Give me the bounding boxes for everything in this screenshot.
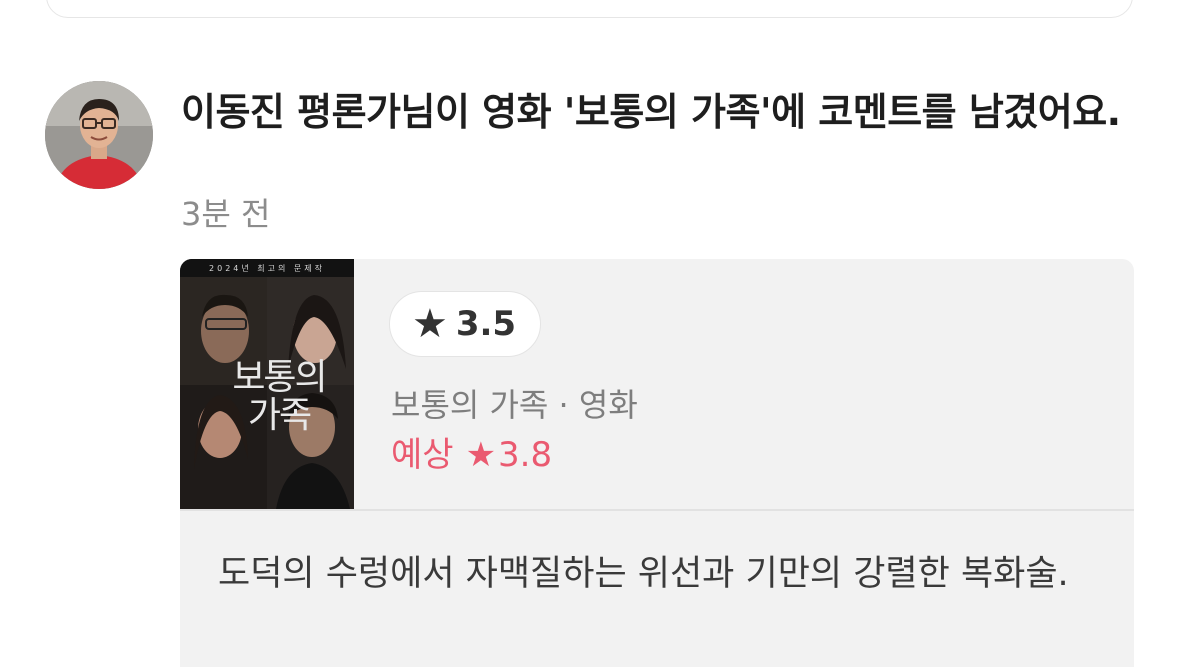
expected-score: ★ 3.8 xyxy=(466,433,553,477)
user-avatar-icon xyxy=(45,81,153,189)
star-icon: ★ xyxy=(465,435,497,475)
expected-value: 3.8 xyxy=(498,435,553,475)
movie-info[interactable]: 2024년 최고의 문제작 보통의 가족 ★ 3.5 보통의 가족 · 영화 예… xyxy=(180,259,1134,509)
comment-text[interactable]: 도덕의 수렁에서 자맥질하는 위선과 기만의 강렬한 복화술. xyxy=(218,548,1108,600)
svg-text:2024년 최고의 문제작: 2024년 최고의 문제작 xyxy=(209,263,325,273)
my-rating-badge: ★ 3.5 xyxy=(389,291,542,357)
poster-title: 보통의 가족 xyxy=(232,357,327,436)
my-rating-value: 3.5 xyxy=(455,304,517,344)
movie-meta: 보통의 가족 · 영화 xyxy=(391,386,638,424)
critic-avatar[interactable] xyxy=(45,81,153,189)
expected-label: 예상 xyxy=(391,435,454,475)
timestamp: 3분 전 xyxy=(181,195,271,233)
feed-headline[interactable]: 이동진 평론가님이 영화 '보통의 가족'에 코멘트를 남겼어요. xyxy=(181,84,1131,140)
previous-feed-card[interactable] xyxy=(46,0,1133,18)
card-divider xyxy=(180,509,1134,511)
movie-poster[interactable]: 2024년 최고의 문제작 보통의 가족 xyxy=(180,259,354,509)
movie-comment-card[interactable]: 2024년 최고의 문제작 보통의 가족 ★ 3.5 보통의 가족 · 영화 예… xyxy=(180,259,1134,667)
feed-screen: 이동진 평론가님이 영화 '보통의 가족'에 코멘트를 남겼어요. 3분 전 2… xyxy=(0,0,1179,667)
expected-rating: 예상 ★ 3.8 xyxy=(391,433,552,477)
star-icon: ★ xyxy=(412,301,448,347)
